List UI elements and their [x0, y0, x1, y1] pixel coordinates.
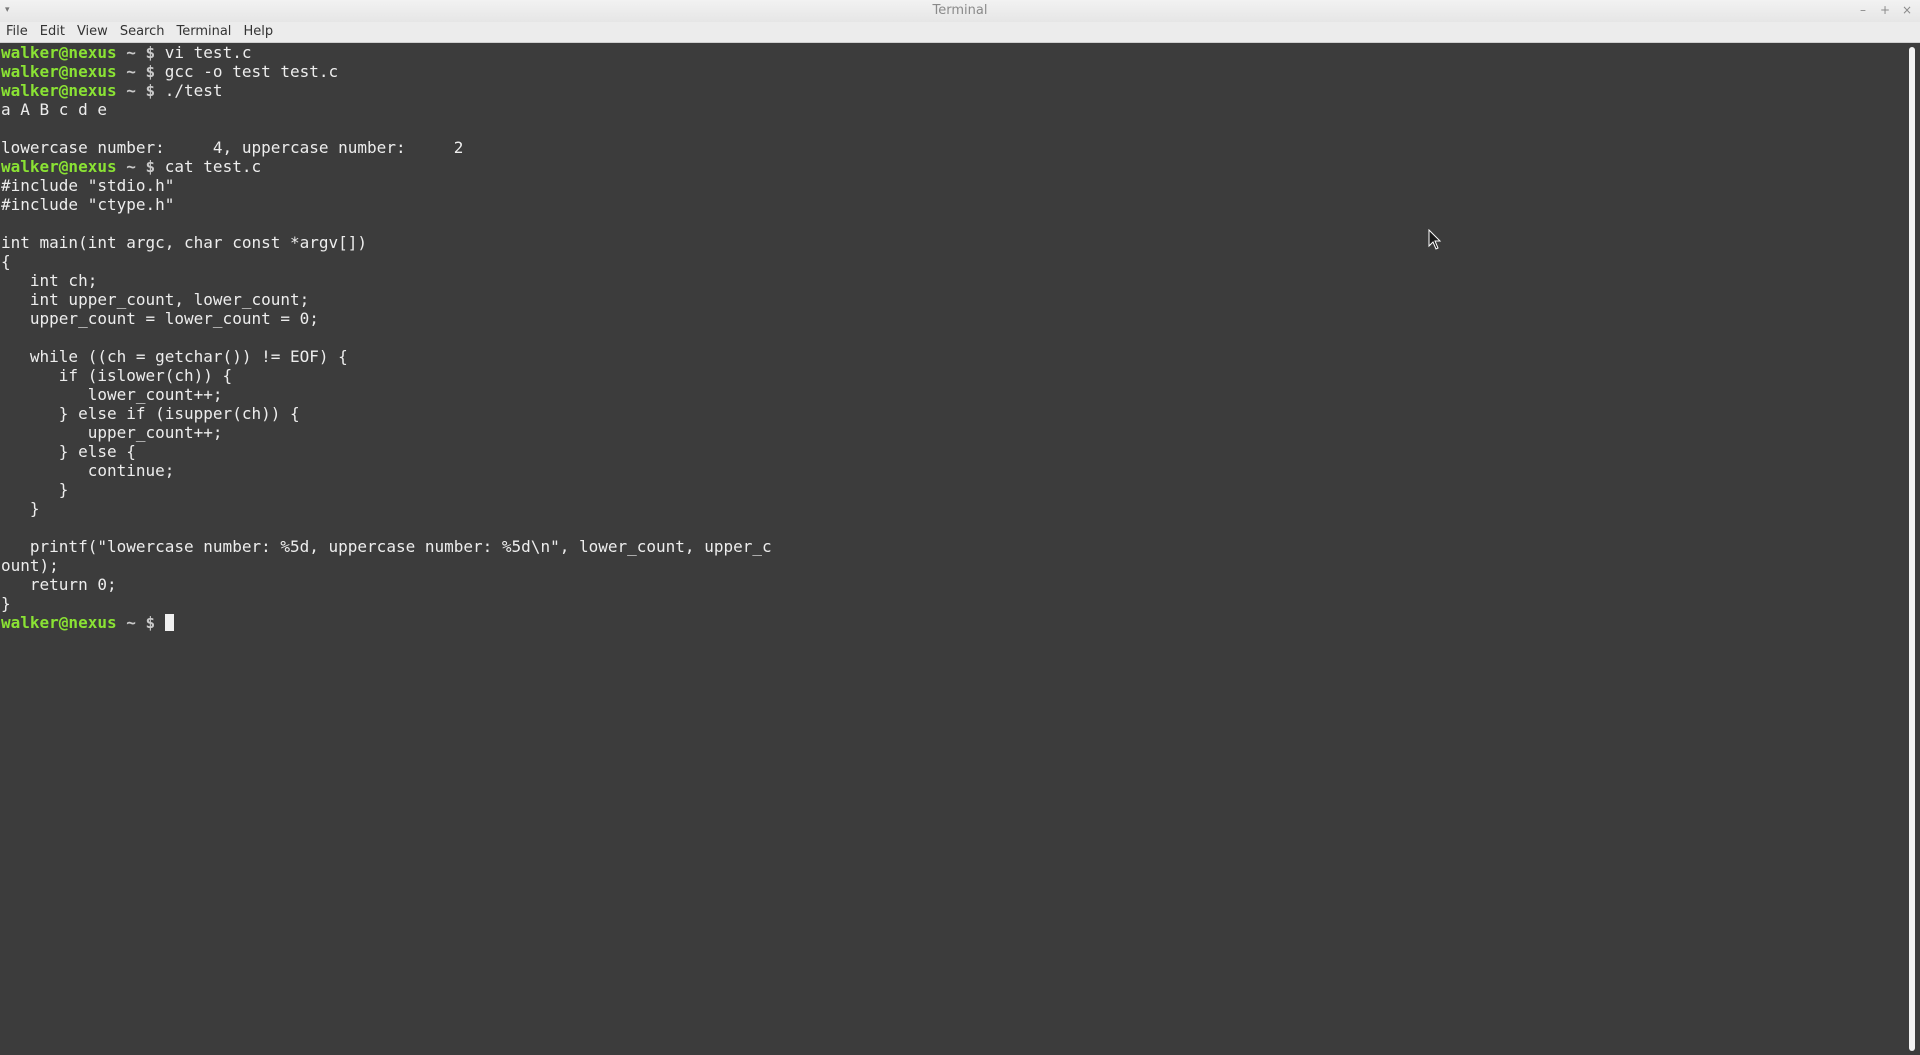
output-line: } — [1, 480, 69, 499]
prompt-line: walker@nexus ~ $ gcc -o test test.c — [1, 62, 1906, 81]
output-line: int main(int argc, char const *argv[]) — [1, 233, 368, 252]
output-line: continue; — [1, 461, 175, 480]
menu-view[interactable]: View — [71, 22, 114, 42]
output-line: printf("lowercase number: %5d, uppercase… — [1, 537, 772, 556]
command-text: vi test.c — [164, 43, 252, 62]
output-line: upper_count = lower_count = 0; — [1, 309, 319, 328]
title-bar[interactable]: ▾ Terminal – + × — [0, 0, 1920, 23]
command-text: gcc -o test test.c — [164, 62, 339, 81]
prompt-user: walker@nexus — [1, 43, 117, 62]
output-line: a A B c d e — [1, 100, 107, 119]
prompt-symbol: ~ $ — [116, 81, 165, 100]
scrollbar-thumb[interactable] — [1909, 47, 1915, 1051]
command-text: ./test — [164, 81, 223, 100]
output-line: lower_count++; — [1, 385, 223, 404]
mouse-pointer-icon — [1428, 229, 1442, 250]
prompt-user: walker@nexus — [1, 613, 117, 632]
prompt-symbol: ~ $ — [116, 613, 165, 632]
output-line: } else { — [1, 442, 136, 461]
output-line: ount); — [1, 556, 59, 575]
text-cursor[interactable] — [164, 614, 174, 631]
menu-file[interactable]: File — [0, 22, 34, 42]
output-line: while ((ch = getchar()) != EOF) { — [1, 347, 348, 366]
maximize-icon[interactable]: + — [1878, 3, 1892, 17]
command-text: cat test.c — [164, 157, 262, 176]
prompt-user: walker@nexus — [1, 81, 117, 100]
prompt-line: walker@nexus ~ $ — [1, 613, 1906, 632]
terminal-text[interactable]: walker@nexus ~ $ vi test.c walker@nexus ~… — [0, 43, 1906, 632]
prompt-symbol: ~ $ — [116, 157, 165, 176]
close-icon[interactable]: × — [1900, 3, 1914, 17]
window-title: Terminal — [932, 3, 988, 18]
minimize-icon[interactable]: – — [1856, 3, 1870, 17]
prompt-user: walker@nexus — [1, 62, 117, 81]
output-line: return 0; — [1, 575, 117, 594]
menu-edit[interactable]: Edit — [34, 22, 71, 42]
prompt-symbol: ~ $ — [116, 43, 165, 62]
prompt-user: walker@nexus — [1, 157, 117, 176]
output-line: #include "ctype.h" — [1, 195, 175, 214]
output-line: } else if (isupper(ch)) { — [1, 404, 300, 423]
prompt-line: walker@nexus ~ $ cat test.c — [1, 157, 1906, 176]
output-line: upper_count++; — [1, 423, 223, 442]
output-line: } — [1, 594, 11, 613]
scrollbar[interactable] — [1906, 43, 1920, 1055]
prompt-symbol: ~ $ — [116, 62, 165, 81]
menu-search[interactable]: Search — [114, 22, 171, 42]
output-line: { — [1, 252, 11, 271]
output-line: int upper_count, lower_count; — [1, 290, 310, 309]
terminal-output[interactable]: walker@nexus ~ $ vi test.c walker@nexus ~… — [0, 43, 1906, 1055]
menu-help[interactable]: Help — [237, 22, 279, 42]
output-line: if (islower(ch)) { — [1, 366, 233, 385]
menu-terminal[interactable]: Terminal — [170, 22, 237, 42]
output-line: int ch; — [1, 271, 98, 290]
prompt-line: walker@nexus ~ $ ./test — [1, 81, 1906, 100]
window-controls: – + × — [1856, 3, 1914, 17]
prompt-line: walker@nexus ~ $ vi test.c — [1, 43, 1906, 62]
output-line: } — [1, 499, 40, 518]
terminal-window: ▾ Terminal – + × File Edit View Search T… — [0, 0, 1920, 1055]
output-line: #include "stdio.h" — [1, 176, 175, 195]
menu-bar: File Edit View Search Terminal Help — [0, 22, 1920, 43]
output-line: lowercase number: 4, uppercase number: 2 — [1, 138, 464, 157]
